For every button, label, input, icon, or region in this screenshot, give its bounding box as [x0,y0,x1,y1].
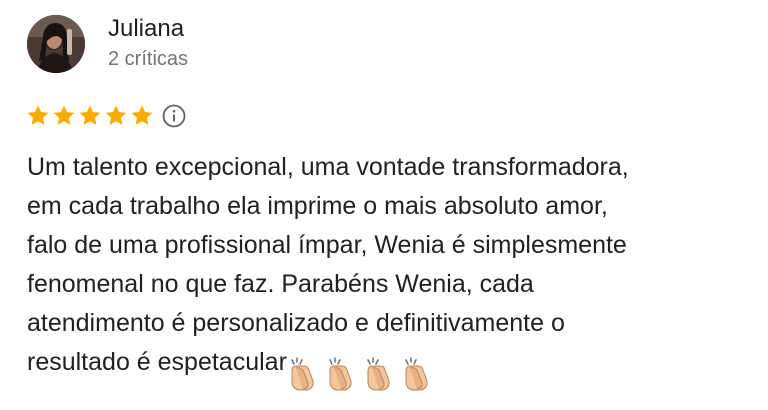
star-icon [131,105,153,125]
clapping-hands-icon [329,357,352,391]
star-rating [26,102,186,130]
star-icon [27,105,49,125]
reviewer-name[interactable]: Juliana [108,14,184,44]
review-count[interactable]: 2 críticas [108,46,188,72]
review-body: Um talento excepcional, uma vontade tran… [27,153,629,376]
clapping-hands-icon [367,357,390,391]
clapping-hands-icon [405,357,428,391]
star-icon [53,105,75,125]
clapping-hands-icon [291,357,314,391]
star-icon [79,105,101,125]
star-icon [105,105,127,125]
info-icon[interactable] [162,104,186,128]
avatar[interactable] [27,15,85,73]
clapping-hands-emoji-group [287,352,439,391]
avatar-photo [27,15,85,73]
review-text: Um talento excepcional, uma vontade tran… [27,148,757,391]
